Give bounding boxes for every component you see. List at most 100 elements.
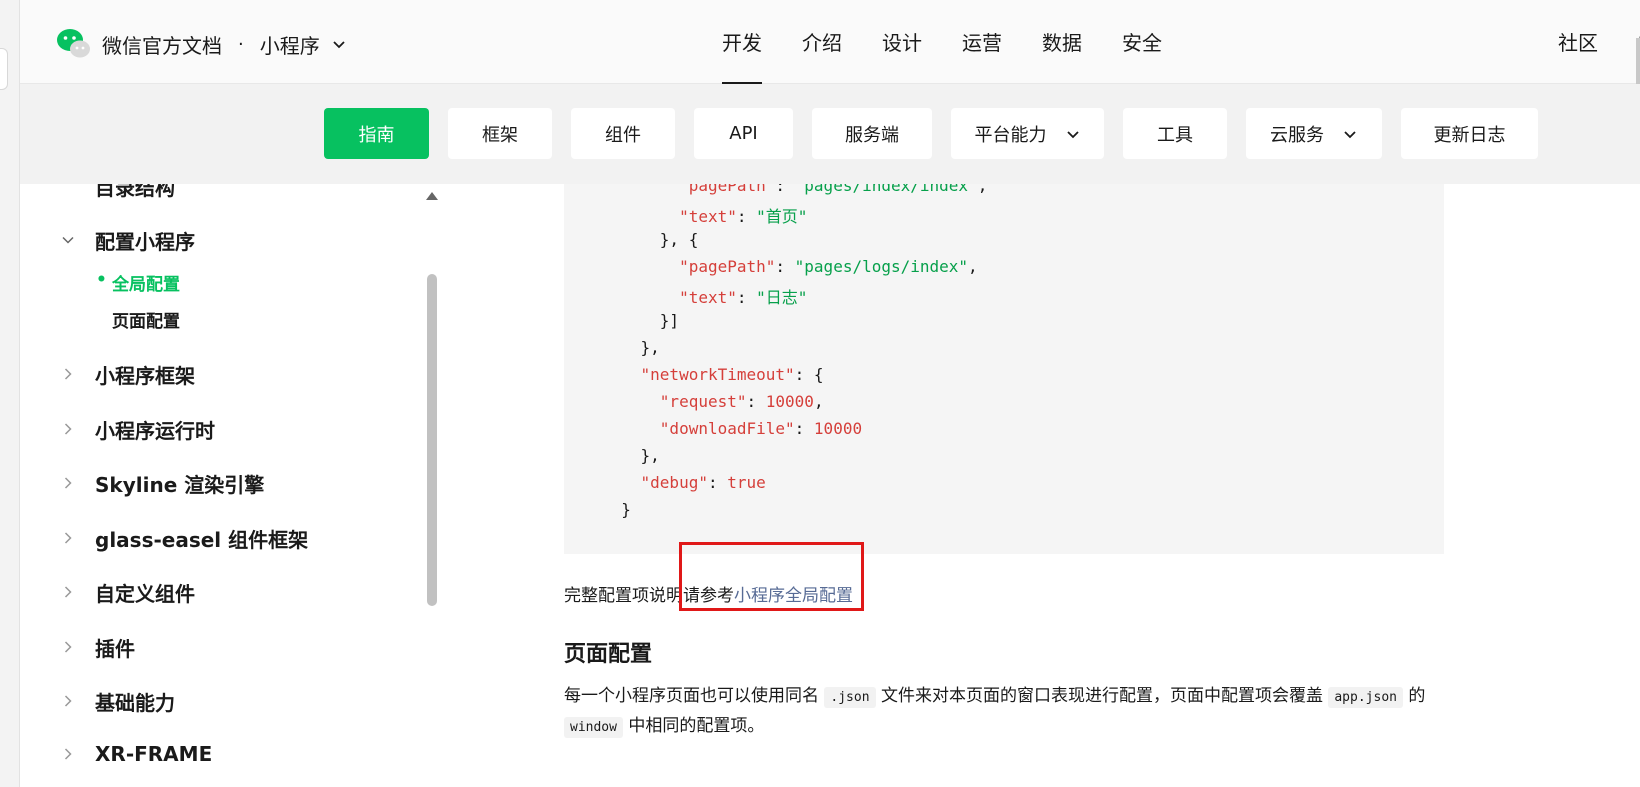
subnav-item-cloud[interactable]: 云服务 [1246,108,1382,159]
code-token: "pages/logs/index" [794,257,969,276]
subnav-label: 工具 [1157,124,1193,146]
code-line: "networkTimeout": { [602,365,824,384]
sidebar-item-framework[interactable]: 小程序框架 [20,362,440,388]
browser-left-edge [0,0,20,787]
scroll-up-arrow-icon[interactable] [426,192,438,200]
chevron-right-icon [64,477,72,489]
sidebar-item-label: 目录结构 [95,184,175,200]
top-right-nav: 社区 学 [1558,0,1640,84]
code-token: : [707,473,728,492]
subnav-item-guide[interactable]: 指南 [324,108,429,159]
code-token: : [775,184,795,195]
top-header: 微信官方文档 · 小程序 开发 介绍 设计 运营 数据 安全 社区 学 [20,0,1640,98]
subnav-item-framework[interactable]: 框架 [448,108,552,159]
browser-tab-stub[interactable] [0,48,8,90]
sidebar-item-label: Skyline 渲染引擎 [95,472,265,497]
sub-nav: 指南 框架 组件 API 服务端 平台能力 工具 云服务 更新日志 [20,84,1640,184]
sidebar-item-custom-component[interactable]: 自定义组件 [20,580,440,606]
code-line: }] [602,311,679,330]
subnav-label: 指南 [358,124,395,146]
code-token: : [775,257,795,276]
code-token: }] [602,311,680,330]
subnav-label: 更新日志 [1433,124,1506,146]
top-nav-item-dev[interactable]: 开发 [722,0,762,84]
code-token: true [727,473,766,492]
chevron-down-icon [1344,130,1356,138]
brand-subtitle[interactable]: 小程序 [260,30,320,59]
code-line: "text": "日志" [602,284,807,308]
sidebar-item-xr-frame[interactable]: XR-FRAME [20,742,440,766]
wechat-logo-icon [57,29,90,58]
code-token: "text" [679,207,737,226]
code-token: : [746,392,766,411]
sidebar-item-label: glass-easel 组件框架 [95,527,309,552]
code-token: "text" [679,288,737,307]
subnav-label: 组件 [605,124,641,146]
subnav-label: API [729,123,758,144]
subnav-item-changelog[interactable]: 更新日志 [1401,108,1538,159]
code-token: "downloadFile" [659,419,795,438]
sidebar-item-skyline[interactable]: Skyline 渲染引擎 [20,471,440,497]
sidebar-item-glass-easel[interactable]: glass-easel 组件框架 [20,526,440,552]
subnav-item-platform[interactable]: 平台能力 [951,108,1104,159]
chevron-right-icon [64,695,72,707]
para-text: 的 [1402,686,1426,706]
code-line: }, { [602,230,699,249]
subnav-item-api[interactable]: API [694,108,793,159]
code-token: "networkTimeout" [640,365,795,384]
code-line: "pagePath": "pages/index/index", [602,184,987,195]
sidebar-item-plugin[interactable]: 插件 [20,635,440,661]
sidebar: 目录结构 配置小程序 全局配置 页面配置 小程序框架 小程序运行时 Skylin… [20,184,444,787]
code-token: "首页" [756,207,808,226]
code-token: "pagePath" [679,257,776,276]
sidebar-item-label: 基础能力 [95,690,175,715]
section-title-page-config: 页面配置 [564,642,653,667]
subnav-item-tools[interactable]: 工具 [1123,108,1227,159]
top-nav-item-security[interactable]: 安全 [1122,0,1162,84]
top-nav-item-intro[interactable]: 介绍 [802,0,842,84]
code-token: } [602,500,631,519]
chevron-right-icon [64,748,72,760]
code-line: } [602,500,631,519]
sidebar-item-directory[interactable]: 目录结构 [20,184,440,200]
para-text: 文件来对本页面的窗口表现进行配置，页面中配置项会覆盖 [875,686,1329,706]
code-token: , [977,184,988,195]
code-token: 10000 [813,419,863,438]
sidebar-item-label: 自定义组件 [95,581,195,606]
chevron-right-icon [64,532,72,544]
subnav-item-server[interactable]: 服务端 [812,108,932,159]
sidebar-subitem-global-config[interactable]: 全局配置 [96,270,180,295]
subnav-item-components[interactable]: 组件 [571,108,675,159]
sidebar-item-config[interactable]: 配置小程序 [20,228,440,254]
para-text: 中相同的配置项。 [622,716,765,736]
brand[interactable]: 微信官方文档 · 小程序 [56,26,346,62]
top-nav-item-design[interactable]: 设计 [882,0,922,84]
chevron-down-icon [62,236,74,244]
inline-code: window [564,717,623,738]
top-nav: 开发 介绍 设计 运营 数据 安全 [722,0,1162,84]
subnav-label: 平台能力 [974,124,1047,146]
sidebar-scrollbar-thumb[interactable] [427,274,437,606]
subnav-label: 服务端 [845,124,899,146]
code-token: "pagePath" [679,184,776,195]
inline-code: .json [824,687,876,708]
top-nav-item-operation[interactable]: 运营 [962,0,1002,84]
subnav-label: 云服务 [1270,124,1324,146]
highlight-annotation-box [679,542,864,611]
code-token: : { [794,365,824,384]
code-block: "pagePath": "pages/index/index", "text":… [564,184,1444,554]
code-token: "request" [659,392,747,411]
chevron-down-icon[interactable] [332,37,346,51]
chevron-right-icon [64,423,72,435]
sidebar-subitem-page-config[interactable]: 页面配置 [112,307,180,332]
code-line: }, [602,338,660,357]
sidebar-item-basic[interactable]: 基础能力 [20,689,440,715]
top-nav-item-data[interactable]: 数据 [1042,0,1082,84]
top-nav-item-community[interactable]: 社区 [1558,0,1598,84]
main-content: "pagePath": "pages/index/index", "text":… [444,184,1640,787]
sidebar-item-runtime[interactable]: 小程序运行时 [20,417,440,443]
